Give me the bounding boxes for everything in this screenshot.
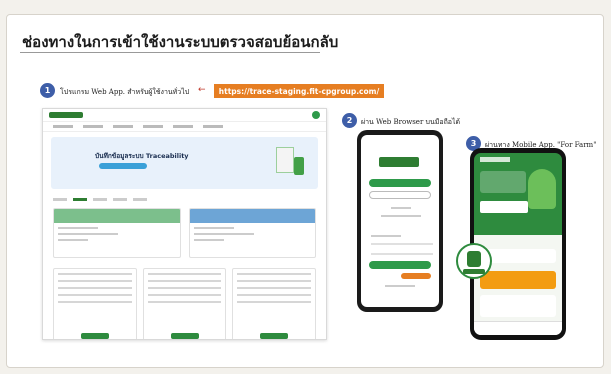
trace-app-icon [467,251,481,267]
promo-banner [480,201,528,213]
promo-card [480,271,556,289]
arrow-icon: ← [198,85,206,95]
mobile-browser-screen [361,135,439,307]
document-icon [276,147,294,173]
filter-bar [43,194,326,204]
banner-title: บันทึกข้อมูลระบบ Traceability [95,152,189,160]
input-field [371,253,433,255]
card-line [58,239,88,241]
card-line [58,227,98,229]
table-button [170,333,199,339]
filter-item [133,197,147,201]
mobile-app-phone [470,148,566,340]
filter-item [73,197,87,201]
footer-text [385,285,415,287]
data-table [53,268,137,339]
divider [391,207,411,209]
table-row [58,301,132,303]
table-row [147,287,222,289]
input-field [371,243,433,245]
web-banner: บันทึกข้อมูลระบบ Traceability [51,137,318,189]
table-row [58,273,132,275]
card-line [193,239,224,241]
alt-login-button [369,191,431,199]
mobile-browser-phone [357,130,443,312]
trace-feature-highlight [456,243,492,279]
filter-item [53,197,67,201]
text-line [381,215,421,217]
step-2-text: ผ่าน Web Browser บนมือถือได้ [361,118,461,126]
data-table [232,268,317,339]
table-row [237,301,312,303]
url-link[interactable]: https://trace-staging.fit-cpgroup.com/ [214,84,384,98]
register-button [401,273,431,279]
web-nav [43,122,326,132]
data-table [142,268,227,339]
table-row [147,301,222,303]
phone-icon [294,157,304,175]
login-button [369,179,431,187]
table-row [237,280,312,282]
table-row [58,280,132,282]
nav-item [53,125,73,128]
step-1-badge: 1 [40,83,55,98]
step-1-text: โปรแกรม Web App. สำหรับผู้ใช้งานทั่วไป [60,88,190,96]
table-row [147,294,222,296]
card-header [189,209,315,223]
filter-item [93,197,107,201]
table-row [147,273,222,275]
nav-item [113,125,133,128]
summary-card [188,208,316,258]
web-header [43,109,326,122]
table-row [237,287,312,289]
tree-illustration-icon [528,169,556,209]
filter-item [113,197,127,201]
table-row [147,280,222,282]
nav-item [83,125,103,128]
logo-icon [379,157,419,167]
mobile-app-screen [474,153,562,335]
logo-icon [49,112,83,118]
step-2-badge: 2 [342,113,357,128]
summary-card [53,208,181,258]
nav-item [143,125,163,128]
table-row [58,294,132,296]
data-tables [43,258,326,339]
user-avatar-icon [312,111,320,119]
table-row [58,287,132,289]
field-label [371,235,401,237]
content-card [480,295,556,317]
trace-app-label [463,269,485,274]
submit-button [369,261,431,269]
table-button [80,333,109,339]
table-row [237,294,312,296]
promo-badge [480,171,526,193]
app-header [480,157,510,162]
card-header [54,209,180,223]
title-underline [20,52,320,53]
page-title: ช่องทางในการเข้าใช้งานระบบตรวจสอบย้อนกลั… [22,33,339,51]
bottom-tab-bar [474,321,562,335]
card-line [58,233,118,235]
web-app-screenshot: บันทึกข้อมูลระบบ Traceability [42,108,327,340]
banner-button [99,163,147,169]
summary-cards [43,204,326,258]
card-line [193,233,254,235]
card-line [193,227,234,229]
nav-item [173,125,193,128]
nav-item [203,125,223,128]
table-row [237,273,312,275]
table-button [260,333,289,339]
